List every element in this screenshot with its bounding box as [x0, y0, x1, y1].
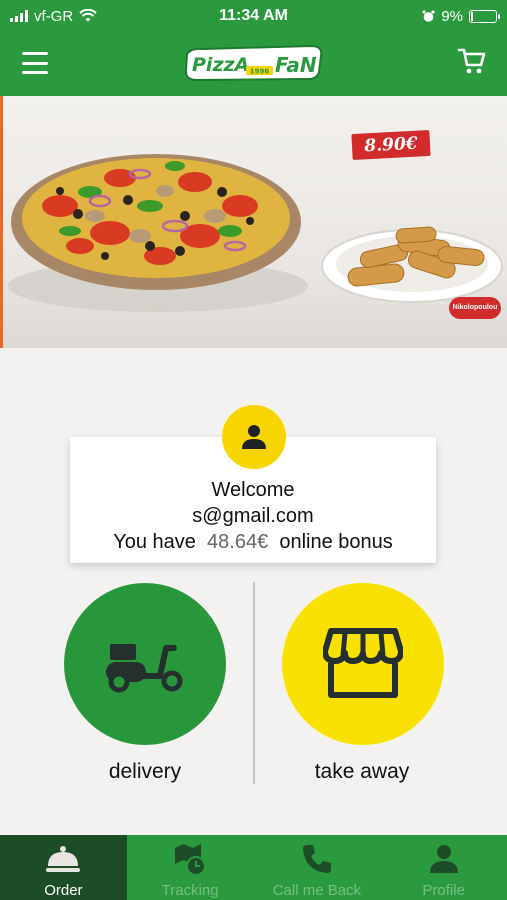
status-left: vf-GR [10, 8, 180, 25]
signal-icon [10, 10, 28, 22]
promo-banner[interactable]: 8.90€ Nikolopoulou [0, 96, 507, 348]
takeaway-button[interactable] [282, 583, 444, 745]
svg-text:PizzA: PizzA [192, 54, 249, 76]
battery-percent: 9% [441, 7, 463, 25]
battery-icon [469, 9, 500, 23]
options-divider [253, 582, 255, 784]
wifi-icon [79, 9, 97, 22]
alarm-icon [422, 9, 435, 22]
cart-icon[interactable] [457, 46, 487, 76]
user-email: s@gmail.com [192, 505, 314, 527]
pizzafan-logo: PizzA FaN 1996 [184, 44, 323, 82]
avatar [222, 405, 286, 469]
status-right: 9% [327, 7, 500, 25]
delivery-label[interactable]: delivery [45, 760, 245, 784]
profile-icon [429, 845, 458, 873]
bonus-line: You have 48.64€ online bonus [70, 531, 436, 554]
nav-item-profile[interactable]: Profile [380, 835, 507, 900]
nav-item-order[interactable]: Order [0, 835, 127, 900]
nav-item-call-me-back[interactable]: Call me Back [254, 835, 381, 900]
menu-button[interactable] [22, 52, 48, 74]
takeaway-label[interactable]: take away [262, 760, 462, 784]
menu-icon [22, 52, 48, 55]
price-tag: 8.90€ [351, 129, 431, 161]
svg-text:1996: 1996 [250, 68, 270, 76]
phone-icon [302, 845, 331, 873]
store-icon [323, 628, 403, 698]
nav-label-order: Order [44, 882, 83, 899]
map-clock-icon [175, 844, 207, 876]
app-header: PizzA FaN 1996 [0, 32, 507, 96]
nav-label-call-me-back: Call me Back [272, 882, 362, 899]
status-time: 11:34 AM [219, 7, 288, 24]
nav-item-tracking[interactable]: Tracking [127, 835, 254, 900]
bonus-amount: 48.64€ [207, 531, 269, 553]
bonus-suffix: online bonus [279, 531, 393, 553]
bell-icon [46, 846, 81, 872]
bottom-nav: Order Tracking Call me Back Profile [0, 835, 507, 900]
banner-image [8, 154, 503, 312]
brand-badge: Nikolopoulou [449, 297, 501, 319]
status-bar: vf-GR 11:34 AM 9% [0, 0, 507, 32]
bonus-prefix: You have [113, 531, 196, 553]
delivery-button[interactable] [64, 583, 226, 745]
svg-text:FaN: FaN [275, 53, 317, 77]
scooter-icon [106, 644, 183, 693]
carrier-label: vf-GR [34, 7, 74, 25]
nav-label-tracking: Tracking [161, 882, 219, 899]
nav-label-profile: Profile [422, 882, 465, 899]
user-icon [242, 425, 266, 449]
welcome-greeting: Welcome [211, 479, 295, 501]
